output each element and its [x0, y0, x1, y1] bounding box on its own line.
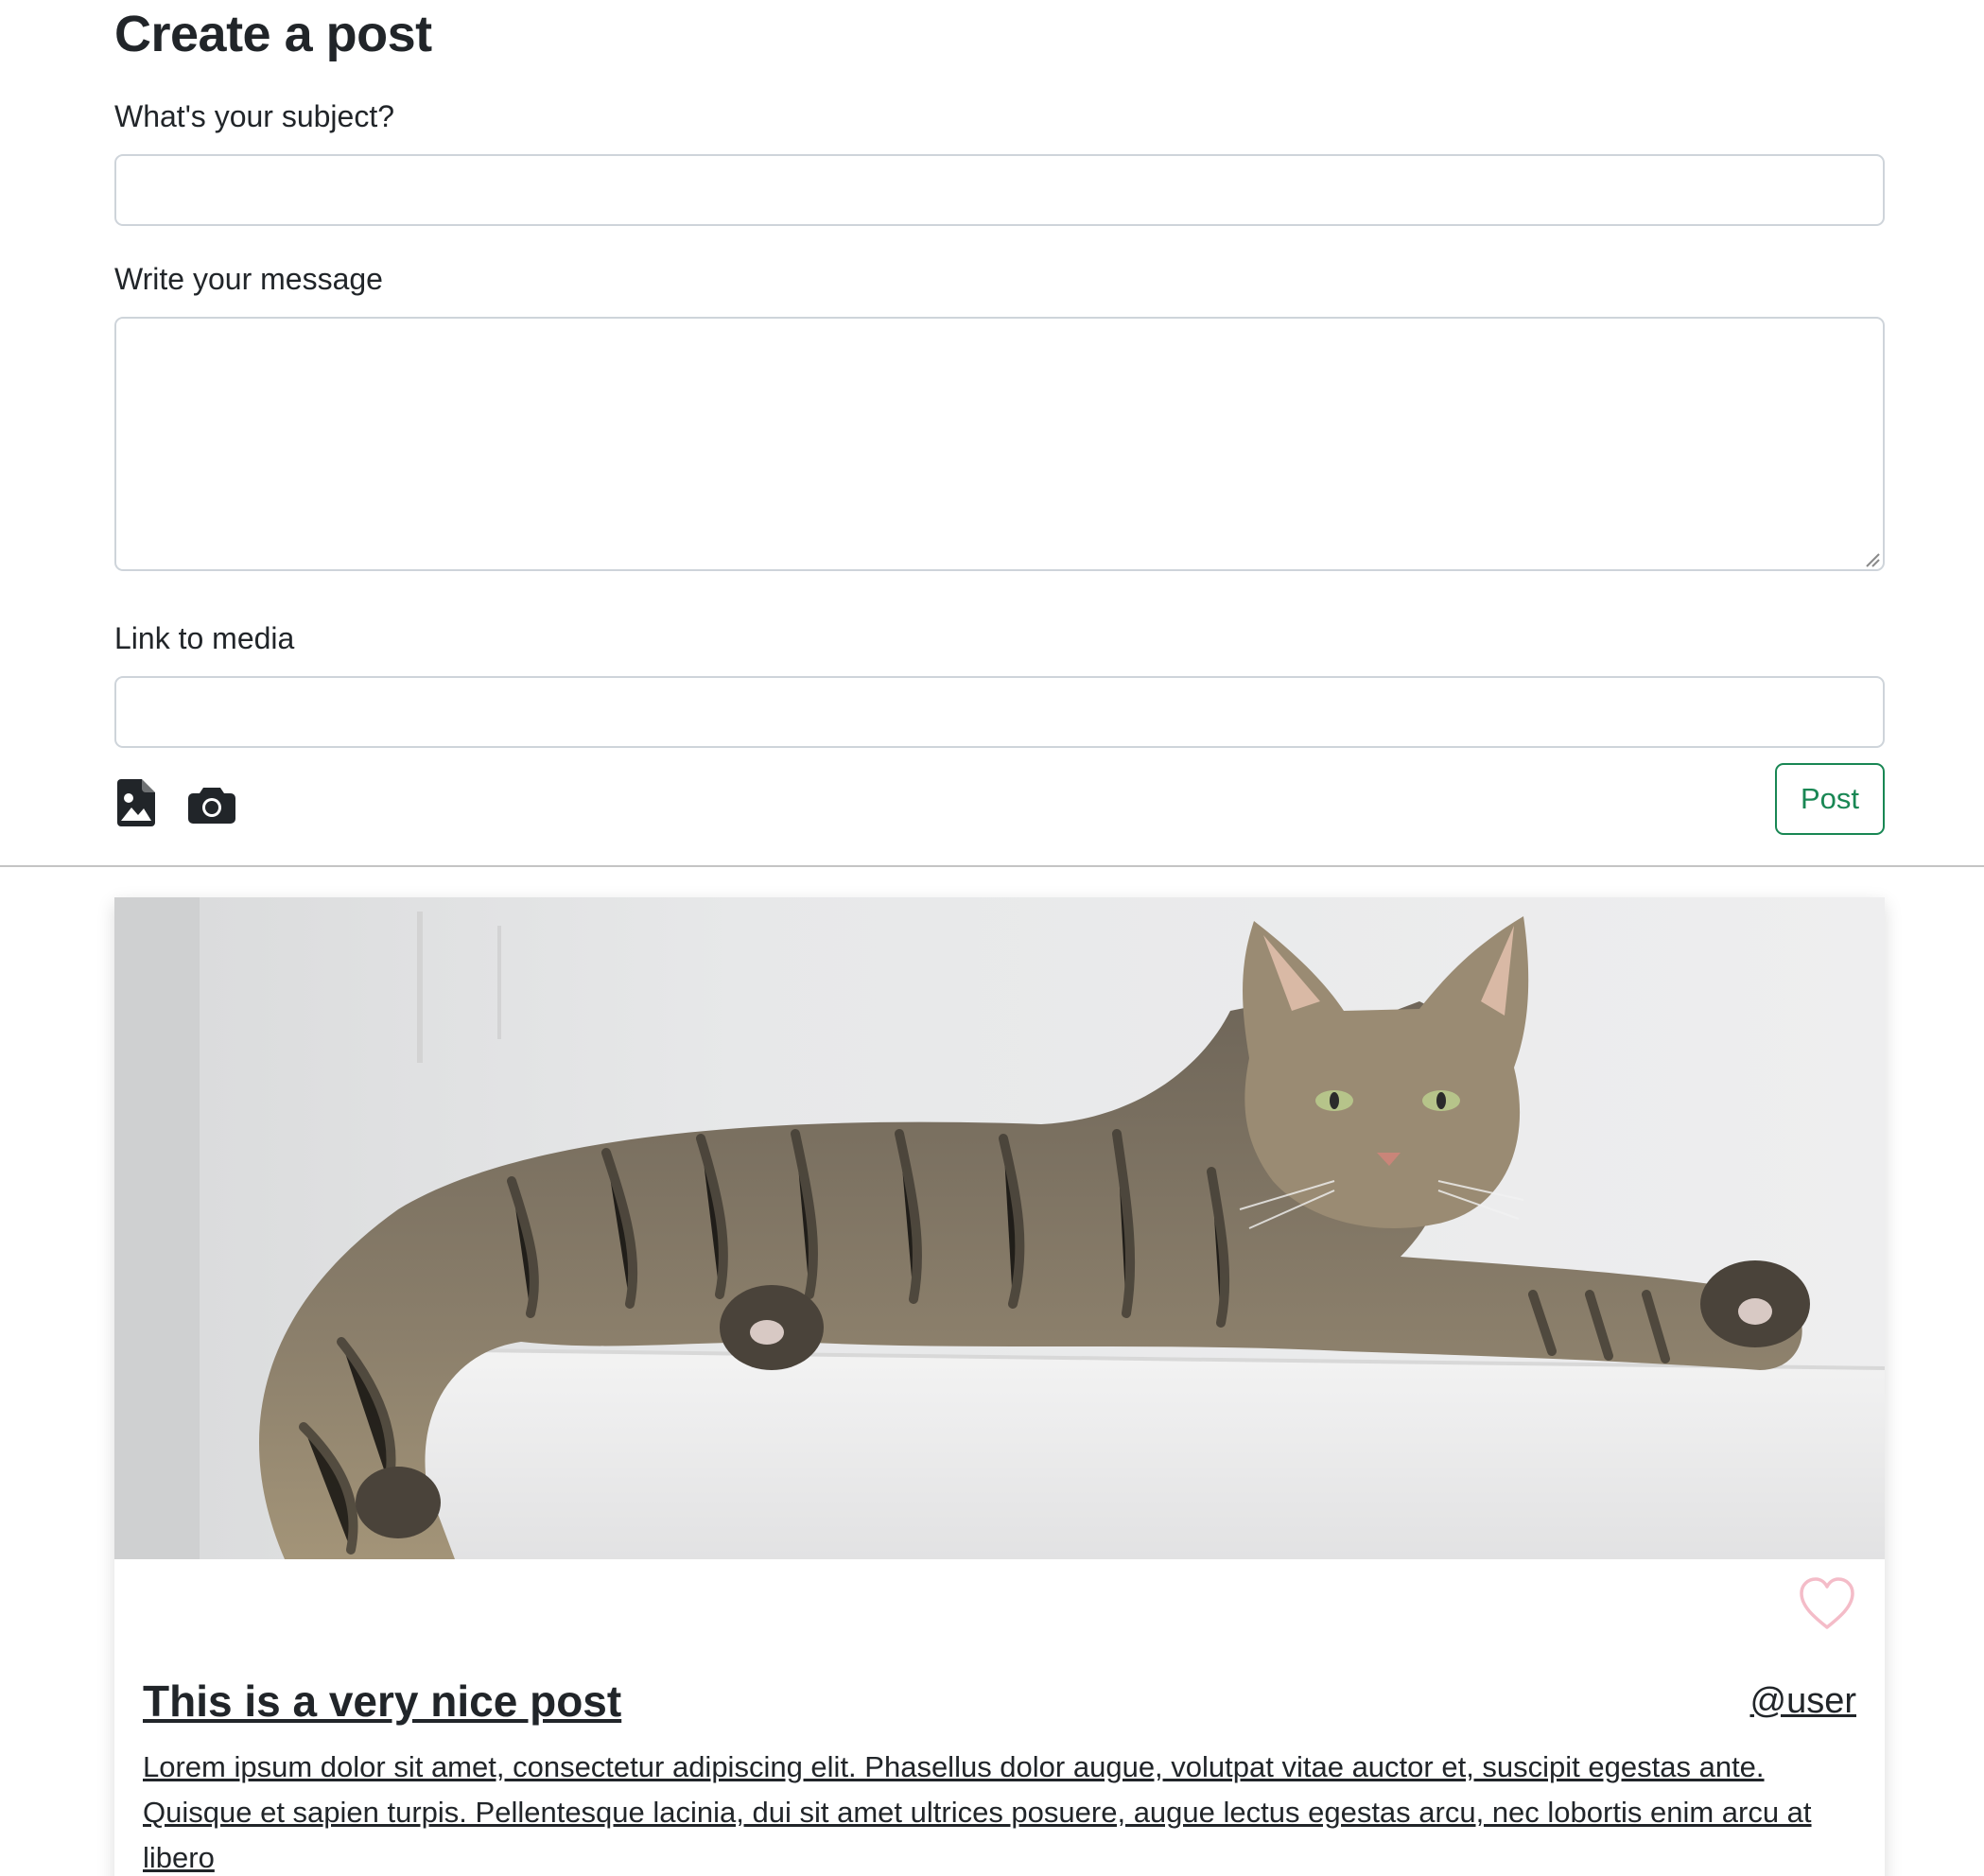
post-card: This is a very nice post @user Lorem ips… — [114, 897, 1885, 1876]
cat-photo — [114, 897, 1885, 1559]
camera-button[interactable] — [186, 781, 237, 828]
media-link-input[interactable] — [114, 676, 1885, 748]
media-label: Link to media — [114, 621, 295, 655]
post-author-link[interactable]: @user — [1750, 1676, 1857, 1726]
post-body[interactable]: Lorem ipsum dolor sit amet, consectetur … — [143, 1745, 1864, 1876]
message-textarea[interactable] — [114, 317, 1885, 571]
message-label: Write your message — [114, 262, 383, 296]
image-file-icon — [117, 779, 155, 826]
camera-icon — [188, 788, 235, 824]
post-button[interactable]: Post — [1775, 763, 1885, 835]
heart-outline-icon[interactable] — [1798, 1575, 1856, 1634]
subject-input[interactable] — [114, 154, 1885, 226]
page: Create a post What's your subject? Write… — [0, 0, 1984, 1876]
subject-label: What's your subject? — [114, 99, 395, 133]
post-title[interactable]: This is a very nice post — [143, 1673, 621, 1729]
post-image — [114, 897, 1885, 1559]
section-divider — [0, 865, 1984, 867]
image-file-button[interactable] — [114, 777, 158, 828]
page-title: Create a post — [114, 6, 432, 62]
resize-handle-icon[interactable] — [1863, 550, 1880, 567]
